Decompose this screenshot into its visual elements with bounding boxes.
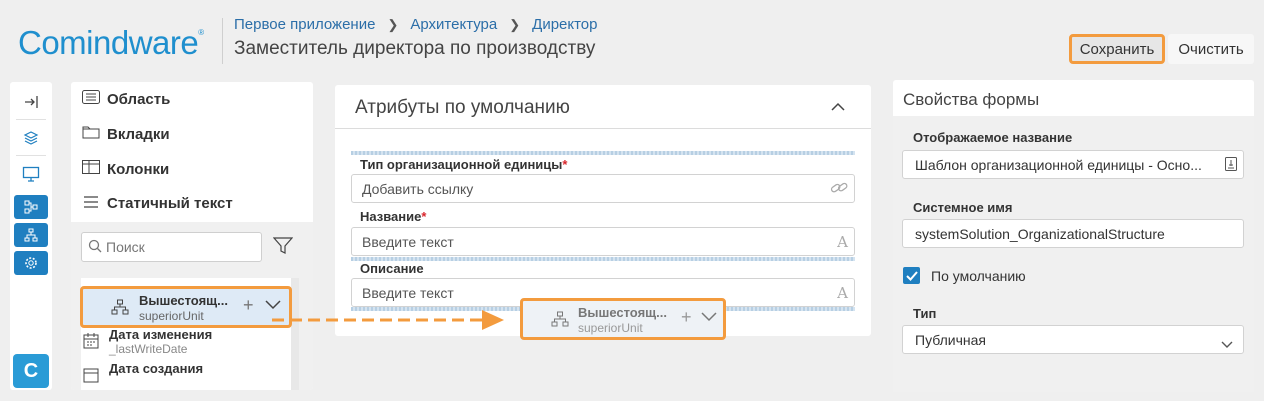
category-label: Статичный текст [107, 195, 233, 212]
search-input[interactable]: Поиск [81, 232, 262, 262]
divider [335, 128, 871, 129]
add-icon[interactable]: + [243, 295, 254, 316]
calendar-icon [83, 367, 99, 383]
default-checkbox[interactable] [903, 267, 920, 284]
app-logo-tile[interactable]: C [13, 354, 49, 388]
org-structure-icon[interactable] [14, 223, 48, 247]
chevron-down-icon [701, 309, 717, 327]
attribute-title: Вышестоящ... [139, 293, 228, 308]
add-icon: + [681, 307, 692, 327]
attribute-title: Дата изменения [109, 327, 213, 342]
text-type-icon: A [837, 284, 848, 302]
toolbox-panel: Область Вкладки Колонки Статичный текст … [71, 82, 313, 390]
category-tabs[interactable]: Вкладки [81, 125, 170, 143]
field-placeholder: Введите текст [362, 284, 454, 301]
system-name-label: Системное имя [913, 200, 1013, 215]
layers-icon[interactable] [13, 124, 49, 152]
columns-icon [81, 160, 101, 178]
save-button[interactable]: Сохранить [1069, 34, 1165, 64]
attribute-title: Вышестоящ... [578, 305, 667, 320]
translate-icon[interactable] [1225, 157, 1237, 174]
chevron-up-icon[interactable] [831, 99, 845, 117]
name-field[interactable]: Введите текст A [351, 227, 855, 256]
collapse-icon[interactable] [13, 88, 49, 116]
display-name-value: Шаблон организационной единицы - Осно... [915, 156, 1202, 173]
list-item[interactable]: Дата изменения _lastWriteDate [83, 327, 289, 356]
panel-title: Атрибуты по умолчанию [355, 97, 570, 118]
drop-zone-line [351, 257, 855, 261]
system-name-field[interactable]: systemSolution_OrganizationalStructure [902, 219, 1244, 248]
display-name-label: Отображаемое название [913, 130, 1073, 145]
form-properties-panel: Свойства формы Отображаемое название Шаб… [893, 80, 1254, 392]
category-columns[interactable]: Колонки [81, 160, 169, 178]
folder-icon [81, 125, 101, 143]
category-label: Вкладки [107, 125, 170, 143]
calendar-icon [83, 333, 99, 349]
text-icon [81, 195, 101, 212]
rail-divider [16, 119, 46, 120]
system-name-value: systemSolution_OrganizationalStructure [915, 225, 1165, 242]
attribute-title: Дата создания [109, 361, 204, 376]
header-divider [222, 18, 223, 64]
link-icon [830, 180, 848, 200]
chevron-down-icon [1221, 336, 1233, 352]
flow-icon[interactable] [14, 195, 48, 219]
org-unit-type-field[interactable]: Добавить ссылку [351, 174, 855, 203]
field-label: Тип организационной единицы* [360, 157, 568, 172]
monitor-icon[interactable] [13, 160, 49, 188]
org-structure-icon [111, 299, 129, 320]
rail-divider [16, 155, 46, 156]
gear-icon[interactable] [14, 251, 48, 275]
search-icon [88, 239, 102, 256]
org-structure-icon [551, 311, 569, 332]
list-item[interactable]: Дата создания [83, 361, 289, 383]
attribute-system-name: _lastWriteDate [109, 342, 188, 356]
panel-title: Свойства формы [903, 90, 1040, 109]
attribute-system-name: superiorUnit [139, 309, 204, 323]
field-label: Описание [360, 261, 424, 276]
type-label: Тип [913, 306, 937, 321]
chevron-right-icon: ❯ [509, 16, 521, 32]
drag-ghost-item[interactable]: Вышестоящ... superiorUnit + [520, 298, 726, 340]
filter-icon[interactable] [271, 234, 295, 258]
category-static-text[interactable]: Статичный текст [81, 195, 233, 212]
type-select[interactable]: Публичная [902, 325, 1244, 354]
category-label: Колонки [107, 160, 170, 178]
type-value: Публичная [915, 331, 986, 348]
drag-arrow [272, 310, 504, 330]
category-label: Область [107, 90, 171, 108]
comindware-logo: Comindware® [18, 24, 204, 61]
field-placeholder: Добавить ссылку [362, 180, 474, 197]
clear-button[interactable]: Очистить [1168, 34, 1254, 64]
attribute-system-name: superiorUnit [578, 321, 643, 335]
breadcrumb-architecture[interactable]: Архитектура [410, 16, 497, 33]
field-placeholder: Введите текст [362, 233, 454, 250]
selected-attribute-item[interactable]: Вышестоящ... superiorUnit + [80, 286, 292, 328]
field-label: Название* [360, 209, 427, 224]
text-type-icon: A [837, 233, 848, 251]
breadcrumb: Первое приложение ❯ Архитектура ❯ Директ… [234, 16, 598, 33]
page-title: Заместитель директора по производству [234, 38, 596, 59]
chevron-right-icon: ❯ [387, 16, 399, 32]
category-area[interactable]: Область [81, 90, 170, 108]
breadcrumb-director[interactable]: Директор [532, 16, 597, 33]
list-icon [81, 90, 101, 108]
display-name-field[interactable]: Шаблон организационной единицы - Осно... [902, 150, 1244, 179]
drop-zone-line [351, 151, 855, 155]
icon-rail: C [10, 82, 52, 390]
scrollbar[interactable] [291, 278, 299, 390]
breadcrumb-app[interactable]: Первое приложение [234, 16, 375, 33]
search-placeholder: Поиск [106, 239, 145, 255]
default-checkbox-label: По умолчанию [931, 268, 1026, 284]
